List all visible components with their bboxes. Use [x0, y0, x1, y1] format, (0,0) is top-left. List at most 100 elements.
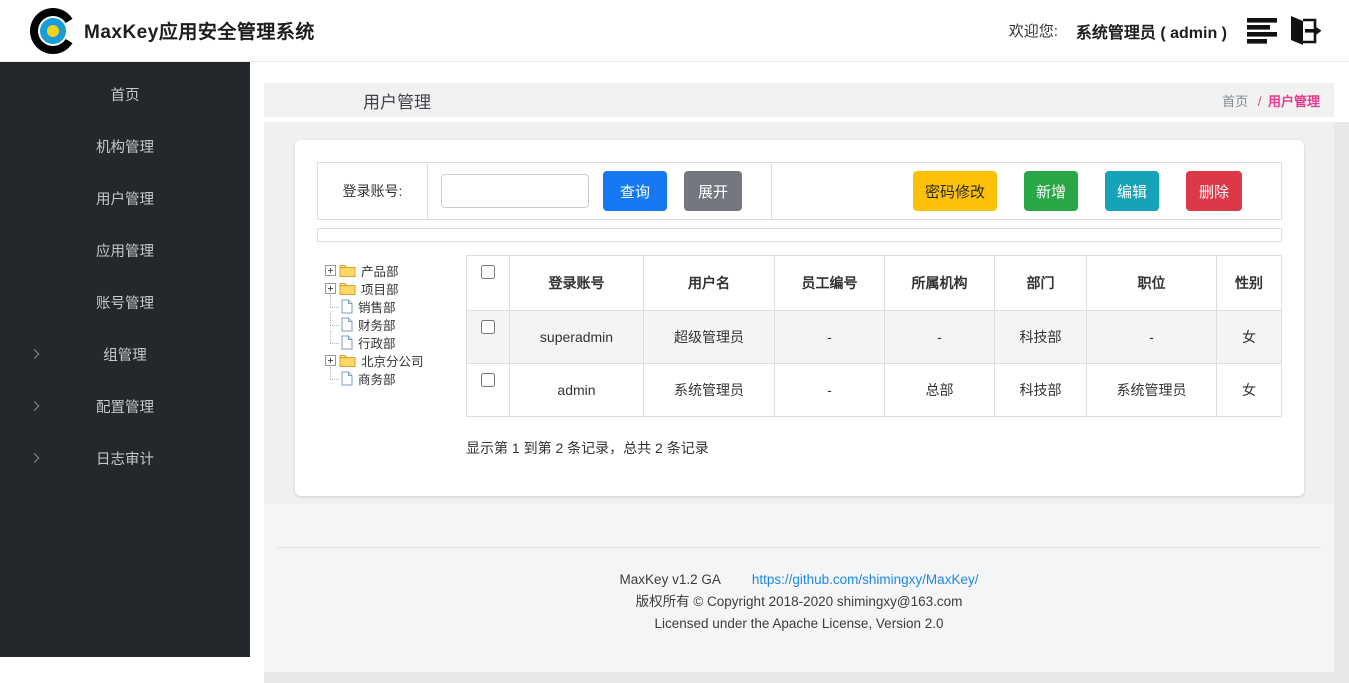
breadcrumb-current: 用户管理 — [1268, 94, 1320, 109]
delete-button[interactable]: 删除 — [1186, 171, 1242, 211]
file-icon — [341, 335, 353, 350]
add-button[interactable]: 新增 — [1024, 171, 1078, 211]
column-header[interactable]: 性别 — [1217, 256, 1282, 311]
search-toolbar: 登录账号: 查询 展开 密码修改 新增 编辑 删除 — [317, 162, 1282, 220]
file-icon — [341, 299, 353, 314]
table-cell: 女 — [1217, 311, 1282, 364]
sidebar-item-org-management[interactable]: 机构管理 — [0, 120, 250, 172]
table-cell: superadmin — [510, 311, 644, 364]
right-gutter — [1334, 122, 1349, 683]
sidebar-item-label: 组管理 — [103, 344, 147, 365]
tree-node[interactable]: 财务部 — [325, 315, 463, 333]
sidebar-item-config-management[interactable]: 配置管理 — [0, 380, 250, 432]
org-tree: 产品部项目部销售部财务部行政部北京分公司商务部 — [317, 255, 463, 387]
table-cell: 超级管理员 — [644, 311, 775, 364]
app-logo-icon — [30, 8, 76, 54]
tree-node-label[interactable]: 项目部 — [359, 279, 401, 298]
table-row: superadmin超级管理员--科技部-女 — [467, 311, 1282, 364]
tree-node[interactable]: 销售部 — [325, 297, 463, 315]
page-title-bar: 用户管理 首页 / 用户管理 — [264, 83, 1334, 117]
table-cell: - — [885, 311, 995, 364]
expand-button[interactable]: 展开 — [684, 171, 742, 211]
tree-node-label[interactable]: 北京分公司 — [359, 351, 426, 370]
sidebar-item-label: 机构管理 — [96, 136, 154, 157]
table-cell: 系统管理员 — [644, 364, 775, 417]
content-section: 登录账号: 查询 展开 密码修改 新增 编辑 删除 产品部项目部 — [264, 122, 1334, 504]
edit-button[interactable]: 编辑 — [1105, 171, 1159, 211]
footer-license: Licensed under the Apache License, Versi… — [277, 613, 1321, 635]
column-header[interactable]: 登录账号 — [510, 256, 644, 311]
app-title: MaxKey应用安全管理系统 — [84, 17, 315, 44]
sidebar-item-label: 账号管理 — [96, 292, 154, 313]
tree-node-label[interactable]: 行政部 — [356, 333, 398, 352]
column-header[interactable]: 员工编号 — [775, 256, 885, 311]
menu-list-icon[interactable] — [1247, 16, 1281, 46]
plus-expander-icon[interactable] — [325, 355, 336, 366]
tree-node-label[interactable]: 产品部 — [359, 261, 401, 280]
tree-connector — [325, 334, 341, 350]
user-table-wrap: 登录账号用户名员工编号所属机构部门职位性别 superadmin超级管理员--科… — [466, 255, 1282, 458]
breadcrumb: 首页 / 用户管理 — [1222, 91, 1320, 110]
table-cell: 科技部 — [995, 311, 1087, 364]
action-buttons: 密码修改 新增 编辑 删除 — [771, 163, 1281, 219]
file-icon — [341, 317, 353, 332]
sidebar-item-home[interactable]: 首页 — [0, 68, 250, 120]
file-icon — [341, 371, 353, 386]
breadcrumb-separator: / — [1258, 94, 1262, 109]
welcome-label: 欢迎您: — [1009, 20, 1058, 41]
table-cell: - — [775, 364, 885, 417]
sidebar-item-user-management[interactable]: 用户管理 — [0, 172, 250, 224]
sidebar-item-label: 首页 — [111, 84, 140, 105]
column-header[interactable]: 部门 — [995, 256, 1087, 311]
table-cell: admin — [510, 364, 644, 417]
row-select-checkbox[interactable] — [481, 320, 495, 334]
row-select-cell — [467, 364, 510, 417]
sidebar-item-log-audit[interactable]: 日志审计 — [0, 432, 250, 484]
folder-icon — [339, 281, 356, 295]
row-select-checkbox[interactable] — [481, 373, 495, 387]
breadcrumb-home[interactable]: 首页 — [1222, 94, 1248, 109]
query-button[interactable]: 查询 — [603, 171, 667, 211]
footer-version: MaxKey v1.2 GA — [620, 572, 721, 587]
plus-expander-icon[interactable] — [325, 283, 336, 294]
page-title: 用户管理 — [363, 88, 431, 113]
sidebar-item-group-management[interactable]: 组管理 — [0, 328, 250, 380]
row-select-cell — [467, 311, 510, 364]
table-cell: - — [1087, 311, 1217, 364]
folder-icon — [339, 263, 356, 277]
footer-section: MaxKey v1.2 GA https://github.com/shimin… — [264, 504, 1334, 672]
tree-node[interactable]: 产品部 — [325, 261, 463, 279]
chevron-right-icon — [30, 453, 40, 463]
sidebar-item-label: 用户管理 — [96, 188, 154, 209]
plus-expander-icon[interactable] — [325, 265, 336, 276]
tree-node-label[interactable]: 商务部 — [356, 369, 398, 388]
password-modify-button[interactable]: 密码修改 — [913, 171, 997, 211]
select-all-checkbox[interactable] — [481, 265, 495, 279]
main-content: 用户管理 首页 / 用户管理 登录账号: 查询 展开 密码修改 — [250, 62, 1349, 683]
sidebar-item-account-management[interactable]: 账号管理 — [0, 276, 250, 328]
column-header[interactable]: 职位 — [1087, 256, 1217, 311]
app-header: MaxKey应用安全管理系统 欢迎您: 系统管理员 ( admin ) — [0, 0, 1349, 62]
table-cell: 女 — [1217, 364, 1282, 417]
logout-icon[interactable] — [1285, 14, 1323, 48]
footer-github-link[interactable]: https://github.com/shimingxy/MaxKey/ — [752, 572, 979, 587]
column-header[interactable]: 用户名 — [644, 256, 775, 311]
table-row: admin系统管理员-总部科技部系统管理员女 — [467, 364, 1282, 417]
record-summary: 显示第 1 到第 2 条记录，总共 2 条记录 — [466, 438, 1282, 458]
collapsed-advanced-search — [317, 228, 1282, 242]
tree-node[interactable]: 项目部 — [325, 279, 463, 297]
tree-node-label[interactable]: 销售部 — [356, 297, 398, 316]
tree-node[interactable]: 北京分公司 — [325, 351, 463, 369]
content-panel: 登录账号: 查询 展开 密码修改 新增 编辑 删除 产品部项目部 — [295, 140, 1304, 496]
column-header[interactable]: 所属机构 — [885, 256, 995, 311]
tree-node[interactable]: 商务部 — [325, 369, 463, 387]
sidebar: 首页机构管理用户管理应用管理账号管理组管理配置管理日志审计 — [0, 62, 250, 657]
tree-node-label[interactable]: 财务部 — [356, 315, 398, 334]
select-all-header-cell — [467, 256, 510, 311]
header-right: 欢迎您: 系统管理员 ( admin ) — [1009, 14, 1323, 48]
login-account-input[interactable] — [441, 174, 589, 208]
tree-node[interactable]: 行政部 — [325, 333, 463, 351]
sidebar-item-app-management[interactable]: 应用管理 — [0, 224, 250, 276]
footer: MaxKey v1.2 GA https://github.com/shimin… — [277, 547, 1321, 672]
tree-connector — [325, 298, 341, 314]
